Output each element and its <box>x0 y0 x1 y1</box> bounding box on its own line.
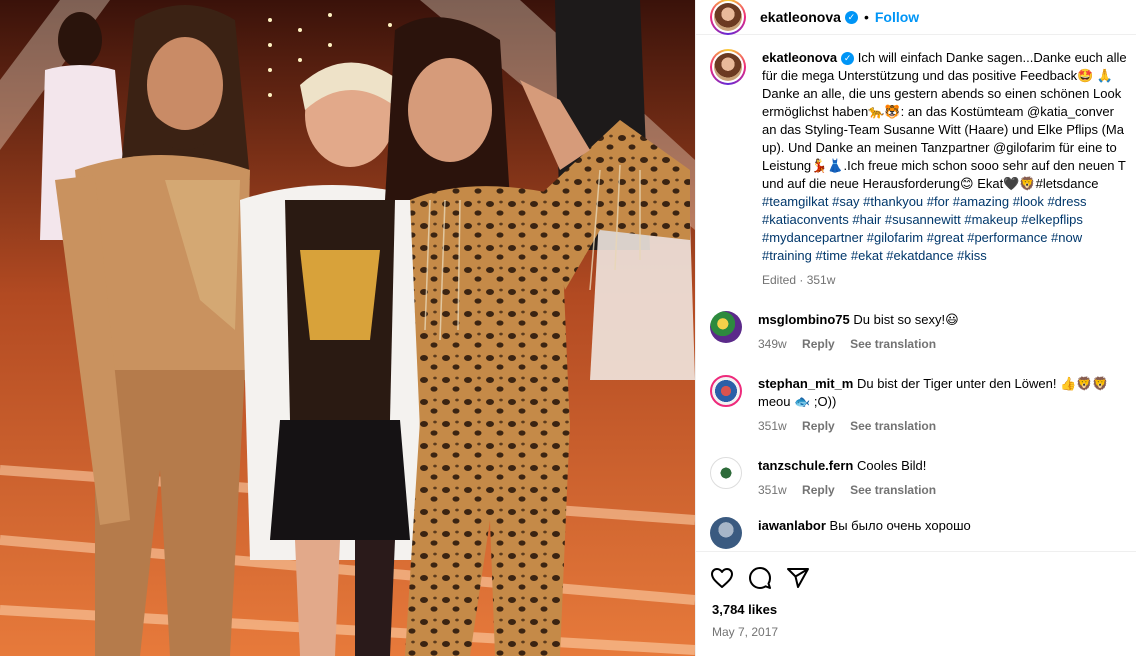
heart-icon[interactable] <box>710 566 734 590</box>
post-photo[interactable] <box>0 0 695 656</box>
caption-body: ekatleonova ✓ Ich will einfach Danke sage… <box>762 49 1136 289</box>
post-actions: 3,784 likes May 7, 2017 <box>696 551 1136 656</box>
see-translation-button[interactable]: See translation <box>850 419 936 433</box>
commenter-avatar[interactable] <box>710 517 742 549</box>
caption-username[interactable]: ekatleonova <box>762 50 837 65</box>
comment-text: Du bist so sexy!😃 <box>853 312 959 327</box>
likes-count[interactable]: 3,784 likes <box>696 602 1136 617</box>
reply-button[interactable]: Reply <box>802 419 835 433</box>
verified-badge-icon: ✓ <box>844 10 858 24</box>
comment-age: 351w <box>758 419 787 433</box>
comment-item: stephan_mit_m Du bist der Tiger unter de… <box>696 375 1136 435</box>
caption-line: und auf die neue Herausforderung😊 Ekat🖤🦁… <box>762 176 1099 191</box>
see-translation-button[interactable]: See translation <box>850 483 936 497</box>
caption-line: ermöglichst haben🐆🐯: an das Kostümteam @… <box>762 104 1114 119</box>
see-translation-button[interactable]: See translation <box>850 337 936 351</box>
reply-button[interactable]: Reply <box>802 337 835 351</box>
commenter-avatar[interactable] <box>710 457 742 489</box>
caption-meta: Edited · 351w <box>762 273 836 287</box>
caption-line: up). Und Danke an meinen Tanzpartner @gi… <box>762 140 1117 155</box>
comment-item: iawanlabor Вы было очень хорошо <box>696 517 1136 549</box>
comment-text: Cooles Bild! <box>856 458 927 473</box>
reply-button[interactable]: Reply <box>802 483 835 497</box>
share-icon[interactable] <box>786 566 810 590</box>
comment-item: msglombino75 Du bist so sexy!😃 349w Repl… <box>696 311 1136 353</box>
comments-list[interactable]: ekatleonova ✓ Ich will einfach Danke sage… <box>696 49 1136 551</box>
post-side-panel: ekatleonova ✓ • Follow ekatleonova ✓ Ich … <box>695 0 1136 656</box>
comment-text: Вы было очень хорошо <box>829 518 971 533</box>
caption-line: Leistung💃👗.Ich freue mich schon sooo seh… <box>762 158 1126 173</box>
commenter-avatar[interactable] <box>710 311 742 343</box>
post-viewer: ekatleonova ✓ • Follow ekatleonova ✓ Ich … <box>0 0 1136 656</box>
commenter-username[interactable]: iawanlabor <box>758 518 826 533</box>
caption-hashtags[interactable]: #teamgilkat #say #thankyou #for #amazing… <box>762 193 1136 211</box>
commenter-username[interactable]: tanzschule.fern <box>758 458 853 473</box>
caption-line: ekatleonova ✓ Ich will einfach Danke sage… <box>762 49 1136 67</box>
caption-hashtags[interactable]: #katiaconvents #hair #susannewitt #makeu… <box>762 211 1136 229</box>
author-username[interactable]: ekatleonova <box>760 9 841 25</box>
post-caption: ekatleonova ✓ Ich will einfach Danke sage… <box>696 49 1136 289</box>
verified-badge-icon: ✓ <box>841 52 855 66</box>
action-icons <box>696 552 1136 590</box>
post-date: May 7, 2017 <box>712 625 779 639</box>
comment-text-continued: meou 🐟 ;O)) <box>758 394 837 409</box>
caption-hashtags[interactable]: #training #time #ekat #ekatdance #kiss <box>762 247 1136 265</box>
commenter-username[interactable]: stephan_mit_m <box>758 376 853 391</box>
caption-line: für die mega Unterstützung und das posit… <box>762 68 1114 83</box>
caption-hashtags[interactable]: #mydancepartner #gilofarim #great #perfo… <box>762 229 1136 247</box>
author-avatar[interactable] <box>710 0 746 35</box>
comment-item: tanzschule.fern Cooles Bild! 351w Reply … <box>696 457 1136 499</box>
commenter-avatar[interactable] <box>710 375 742 407</box>
caption-line: Danke an alle, die uns gestern abends so… <box>762 86 1122 101</box>
post-photo-illustration <box>0 0 695 656</box>
comment-age: 349w <box>758 337 787 351</box>
comment-icon[interactable] <box>748 566 772 590</box>
comment-text: Du bist der Tiger unter den Löwen! 👍🦁🦁 <box>857 376 1109 391</box>
header-separator: • <box>863 9 869 25</box>
caption-line: an das Styling-Team Susanne Witt (Haare)… <box>762 122 1124 137</box>
commenter-username[interactable]: msglombino75 <box>758 312 850 327</box>
post-header: ekatleonova ✓ • Follow <box>696 0 1136 35</box>
comment-age: 351w <box>758 483 787 497</box>
follow-button[interactable]: Follow <box>875 9 919 25</box>
caption-text: Ich will einfach Danke sagen...Danke euc… <box>857 50 1127 65</box>
caption-author-avatar[interactable] <box>710 49 746 85</box>
